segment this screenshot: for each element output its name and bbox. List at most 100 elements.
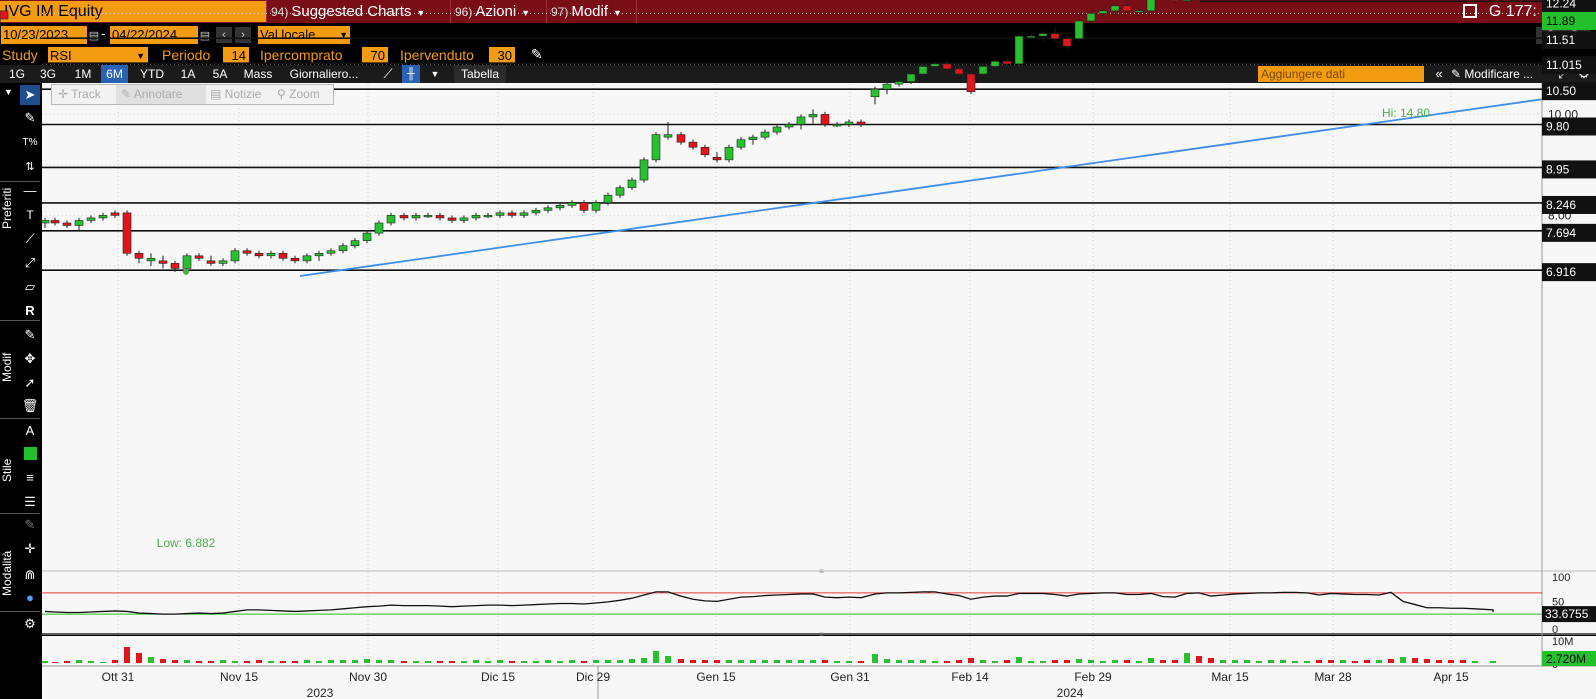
- volume-bar: [872, 654, 878, 663]
- volume-bar: [1052, 660, 1058, 663]
- panel-grip-icon[interactable]: ≡: [819, 567, 824, 576]
- panel-grip-icon[interactable]: ≡: [819, 630, 824, 639]
- disabled-brush-icon[interactable]: ✎: [20, 515, 40, 535]
- volume-bar: [172, 660, 178, 663]
- volume-bar: [437, 661, 443, 663]
- volume-bar: [1340, 660, 1346, 663]
- volume-bar: [1400, 657, 1406, 663]
- tab-stile[interactable]: Stile: [0, 435, 18, 505]
- collapse-arrow-icon[interactable]: ▼: [4, 87, 13, 97]
- brush-icon[interactable]: ✎: [20, 108, 40, 128]
- volume-bar: [617, 660, 623, 663]
- volume-bar: [750, 660, 756, 663]
- volume-bar: [1412, 658, 1418, 663]
- move-icon[interactable]: ✥: [20, 349, 40, 369]
- candle-body: [748, 136, 758, 140]
- volume-tick-label: 10M: [1552, 636, 1573, 648]
- annotate-tool[interactable]: ✎ Annotare: [116, 85, 206, 104]
- volume-bar: [1088, 660, 1094, 663]
- volume-bar: [1016, 657, 1022, 663]
- candle-body: [832, 124, 842, 127]
- candle-body: [918, 66, 928, 75]
- candle-body: [74, 220, 84, 226]
- tab-preferiti[interactable]: Preferiti: [0, 163, 18, 253]
- volume-bar: [425, 661, 431, 663]
- horizontal-line-icon[interactable]: —: [20, 181, 40, 201]
- candle-body: [40, 220, 50, 224]
- date-tick-label: Feb 29: [1074, 670, 1112, 684]
- volume-bar: [1064, 660, 1070, 663]
- volume-bar: [533, 661, 539, 663]
- volume-bar: [1424, 659, 1430, 663]
- r-tool-icon[interactable]: R: [20, 301, 40, 321]
- candle-body: [591, 202, 601, 211]
- level-badge-label: 6.916: [1546, 265, 1576, 279]
- divider: [0, 181, 40, 182]
- volume-bar: [304, 660, 310, 663]
- volume-bar: [52, 662, 58, 663]
- candle-body: [1014, 35, 1024, 65]
- price-axis-bg: [1542, 83, 1596, 571]
- candle-body: [954, 68, 964, 75]
- pointer-icon[interactable]: ➤: [20, 85, 40, 105]
- settings-icon[interactable]: ⚙: [20, 614, 40, 634]
- candle-body: [627, 179, 637, 188]
- candle-body: [1026, 35, 1036, 38]
- volume-bar: [1256, 661, 1262, 663]
- track-tool[interactable]: ✛ Track: [58, 85, 101, 104]
- news-label: Notizie: [224, 87, 262, 101]
- candle-body: [639, 159, 649, 181]
- volume-bar: [509, 661, 515, 663]
- volume-bar: [1196, 656, 1202, 663]
- tab-modif[interactable]: Modif: [0, 337, 18, 397]
- volume-bar: [340, 660, 346, 663]
- candle-body: [230, 250, 240, 262]
- magnet-icon[interactable]: ⋒: [20, 565, 40, 585]
- volume-bar: [42, 661, 48, 663]
- candle-body: [0, 10, 9, 20]
- palette-icon[interactable]: ●: [20, 588, 40, 608]
- line-width-icon[interactable]: ≡: [20, 468, 40, 488]
- select-icon[interactable]: ➚: [20, 373, 40, 393]
- percent-line-icon[interactable]: T%: [20, 133, 40, 153]
- volume-bar: [280, 661, 286, 663]
- trash-icon[interactable]: 🗑: [20, 396, 40, 416]
- candle-body: [50, 220, 60, 224]
- candle-body: [122, 212, 132, 254]
- line-style-icon[interactable]: ☰: [20, 492, 40, 512]
- news-tool[interactable]: ▤ Notizie: [210, 85, 261, 104]
- candle-body: [483, 215, 493, 218]
- fib-icon[interactable]: ⇅: [20, 157, 40, 177]
- volume-bar: [920, 660, 926, 663]
- volume-bar: [232, 661, 238, 663]
- volume-bar: [124, 647, 130, 663]
- ray-icon[interactable]: ⤢: [20, 253, 40, 273]
- zoom-label: Zoom: [289, 87, 320, 101]
- volume-bar: [1472, 661, 1478, 663]
- rsi-value-label: 33.6755: [1545, 607, 1589, 621]
- zoom-tool[interactable]: ⚲ Zoom: [277, 85, 320, 104]
- candle-body: [663, 134, 673, 138]
- candle-body: [808, 114, 818, 118]
- candle-body: [882, 83, 892, 90]
- crosshair-mode-icon[interactable]: ✛: [20, 539, 40, 559]
- text-icon[interactable]: T: [20, 205, 40, 225]
- candle-body: [1050, 33, 1060, 39]
- channel-icon[interactable]: ▱: [20, 277, 40, 297]
- volume-bar: [160, 659, 166, 663]
- volume-bar: [1040, 661, 1046, 663]
- color-picker-icon[interactable]: [20, 444, 40, 464]
- text-style-icon[interactable]: A: [20, 421, 40, 441]
- tab-modalita[interactable]: Modalità: [0, 543, 18, 603]
- candle-body: [447, 217, 457, 221]
- candle-body: [820, 114, 830, 125]
- rsi-panel-bg: [42, 571, 1596, 633]
- volume-bar: [690, 660, 696, 663]
- volume-bar: [605, 660, 611, 663]
- volume-bar: [822, 660, 828, 663]
- level-badge-label: 10.50: [1546, 84, 1576, 98]
- volume-bar: [1448, 660, 1454, 663]
- volume-bar: [1160, 660, 1166, 663]
- edit-icon[interactable]: ✎: [20, 325, 40, 345]
- trend-line-icon[interactable]: ⟋: [20, 229, 40, 249]
